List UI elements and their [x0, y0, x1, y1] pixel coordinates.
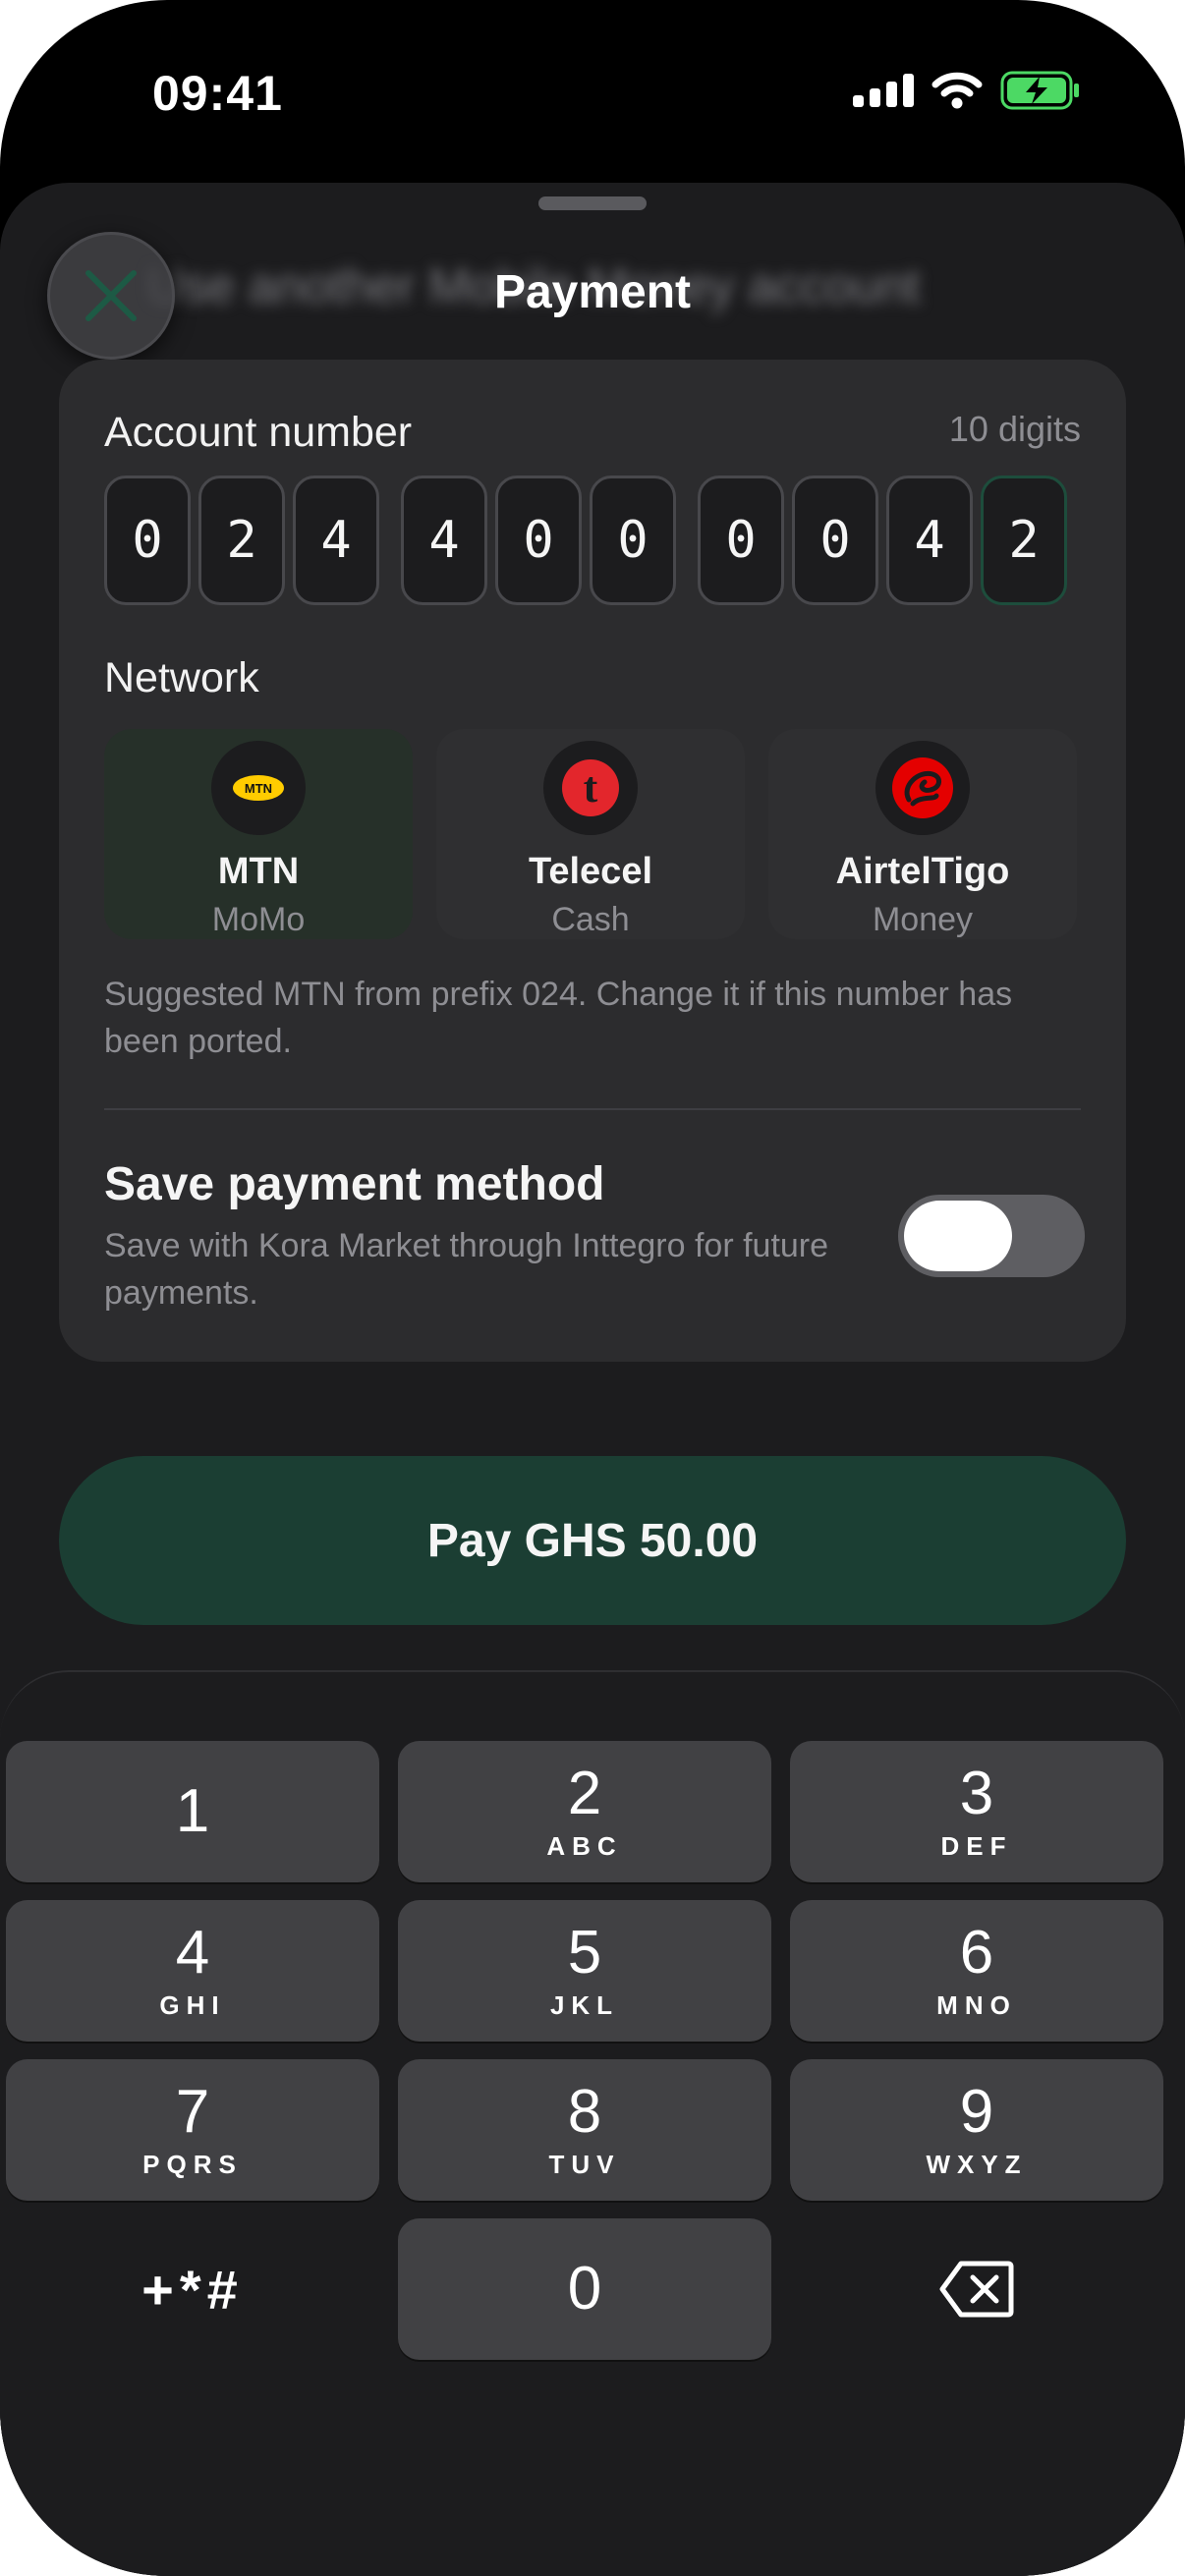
- svg-text:t: t: [584, 763, 598, 812]
- key-letters: PQRS: [142, 2149, 243, 2179]
- page-title: Payment: [493, 266, 692, 318]
- sheet-grabber[interactable]: [538, 196, 647, 210]
- digits-hint: 10 digits: [948, 409, 1081, 449]
- network-option-airteltigo[interactable]: AirtelTigo Money: [768, 729, 1077, 939]
- key-0[interactable]: 0: [398, 2218, 771, 2360]
- save-method-title: Save payment method: [104, 1158, 605, 1210]
- key-6[interactable]: 6 MNO: [790, 1900, 1163, 2042]
- key-3[interactable]: 3 DEF: [790, 1741, 1163, 1882]
- digit-box[interactable]: 4: [293, 476, 379, 605]
- key-number: 0: [567, 2255, 602, 2323]
- divider: [104, 1108, 1081, 1110]
- toggle-knob: [904, 1201, 1012, 1271]
- key-number: 8: [567, 2077, 602, 2146]
- network-suggestion-text: Suggested MTN from prefix 024. Change it…: [104, 976, 1013, 1060]
- key-4[interactable]: 4 GHI: [6, 1900, 379, 2042]
- key-number: 2: [567, 1759, 602, 1827]
- mtn-logo-icon: MTN: [211, 741, 306, 835]
- svg-text:MTN: MTN: [245, 781, 272, 796]
- key-2[interactable]: 2 ABC: [398, 1741, 771, 1882]
- digit-box[interactable]: 2: [198, 476, 285, 605]
- digit-box[interactable]: 4: [401, 476, 487, 605]
- network-name: MTN: [217, 851, 300, 892]
- digit-box[interactable]: 0: [792, 476, 878, 605]
- key-number: 1: [175, 1777, 210, 1845]
- key-letters: TUV: [548, 2149, 621, 2179]
- digit-box-active[interactable]: 2: [981, 476, 1067, 605]
- key-number: 7: [175, 2077, 210, 2146]
- network-subtitle: Money: [872, 901, 974, 938]
- network-label: Network: [104, 654, 259, 701]
- numeric-keypad: 1 2 ABC 3 DEF 4 GHI 5 JKL 6 MNO 7 PQRS 8…: [0, 1670, 1185, 2576]
- status-icons: [853, 71, 1081, 110]
- key-9[interactable]: 9 WXYZ: [790, 2059, 1163, 2201]
- save-method-toggle[interactable]: [898, 1195, 1085, 1277]
- key-letters: ABC: [546, 1830, 623, 1861]
- network-subtitle: Cash: [551, 901, 630, 938]
- key-number: 6: [959, 1918, 994, 1987]
- network-option-telecel[interactable]: t Telecel Cash: [436, 729, 745, 939]
- key-8[interactable]: 8 TUV: [398, 2059, 771, 2201]
- key-letters: DEF: [940, 1830, 1013, 1861]
- key-5[interactable]: 5 JKL: [398, 1900, 771, 2042]
- account-number-input[interactable]: 0 2 4 4 0 0 0 0 4 2: [104, 476, 1067, 605]
- key-1[interactable]: 1: [6, 1741, 379, 1882]
- status-time: 09:41: [152, 66, 283, 121]
- battery-charging-icon: [1000, 71, 1079, 110]
- key-number: 5: [567, 1918, 602, 1987]
- telecel-logo-icon: t: [543, 741, 638, 835]
- key-number: 9: [959, 2077, 994, 2146]
- wifi-icon: [931, 72, 983, 109]
- key-letters: WXYZ: [926, 2149, 1028, 2179]
- digit-box[interactable]: 0: [590, 476, 676, 605]
- network-subtitle: MoMo: [211, 901, 306, 938]
- key-number: 4: [175, 1918, 210, 1987]
- digit-box[interactable]: 4: [886, 476, 973, 605]
- airteltigo-logo-icon: [875, 741, 970, 835]
- key-number: 3: [959, 1759, 994, 1827]
- phone-frame: 09:41 Use another Mobile Money account P…: [0, 0, 1185, 2576]
- key-letters: JKL: [549, 1989, 620, 2020]
- pay-button[interactable]: Pay GHS 50.00: [59, 1456, 1126, 1625]
- backspace-key[interactable]: [790, 2218, 1163, 2360]
- network-selector: MTN MTN MoMo t Telecel Cash AirtelTigo M…: [104, 729, 1077, 939]
- key-7[interactable]: 7 PQRS: [6, 2059, 379, 2201]
- network-name: Telecel: [528, 851, 653, 892]
- digit-box[interactable]: 0: [698, 476, 784, 605]
- key-symbols-label: +*#: [141, 2258, 244, 2321]
- key-letters: MNO: [936, 1989, 1017, 2020]
- network-name: AirtelTigo: [835, 851, 1010, 892]
- account-number-label: Account number: [104, 409, 413, 456]
- digit-box[interactable]: 0: [104, 476, 191, 605]
- key-letters: GHI: [159, 1989, 226, 2020]
- network-option-mtn[interactable]: MTN MTN MoMo: [104, 729, 413, 939]
- save-method-description: Save with Kora Market through Inttegro f…: [104, 1227, 829, 1312]
- key-symbols[interactable]: +*#: [6, 2218, 379, 2360]
- cellular-signal-icon: [853, 74, 914, 107]
- backspace-icon: [939, 2261, 1014, 2318]
- payment-details-card: Account number 10 digits 0 2 4 4 0 0 0 0…: [59, 360, 1126, 1362]
- digit-box[interactable]: 0: [495, 476, 582, 605]
